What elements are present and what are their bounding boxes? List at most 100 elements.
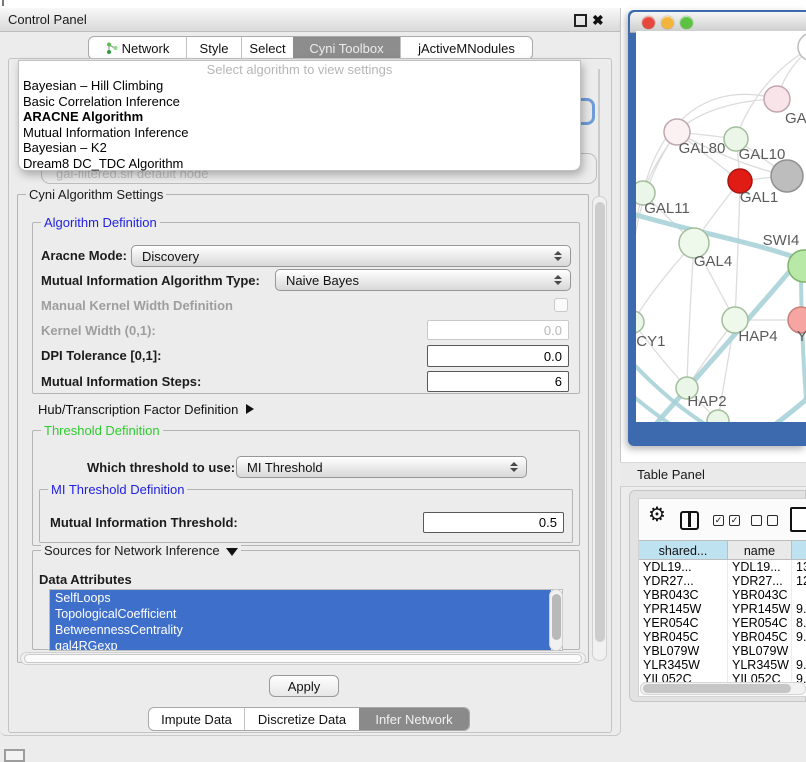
tab-jactivemnodules[interactable]: jActiveMNodules: [400, 37, 532, 59]
tab-cyni-toolbox[interactable]: Cyni Toolbox: [293, 37, 400, 59]
algorithm-definition-title: Algorithm Definition: [41, 215, 160, 230]
minimized-panel-icon[interactable]: [4, 749, 25, 762]
network-edge[interactable]: [677, 99, 777, 132]
checked-checkbox-icon[interactable]: ✓: [713, 515, 724, 526]
collapse-arrow-icon[interactable]: [226, 548, 238, 556]
stepper-arrows-icon: [509, 462, 519, 472]
table-row[interactable]: YDR27...YDR27...12: [639, 574, 806, 588]
network-edge[interactable]: [636, 322, 687, 388]
node-table: shared...nameA YDL19...YDL19...13YDR27..…: [639, 540, 806, 698]
table-cell: YER054C: [639, 616, 728, 630]
apply-button[interactable]: Apply: [269, 675, 339, 697]
network-node-gcy1[interactable]: [636, 311, 644, 333]
column-header-shared-[interactable]: shared...: [639, 540, 728, 560]
dpi-tolerance-field[interactable]: 0.0: [427, 345, 569, 367]
tab-label: jActiveMNodules: [418, 41, 515, 56]
minimize-button[interactable]: [661, 16, 674, 29]
network-node-gal[interactable]: [764, 86, 790, 112]
tab-discretize-data[interactable]: Discretize Data: [244, 708, 359, 730]
tab-label: Select: [249, 41, 285, 56]
algorithm-item-bayesian-k2[interactable]: Bayesian – K2: [19, 140, 580, 156]
settings-vscrollbar[interactable]: [592, 196, 607, 661]
close-button[interactable]: [642, 16, 655, 29]
table-cell: [792, 644, 806, 658]
column-header-name[interactable]: name: [728, 540, 792, 560]
split-columns-icon[interactable]: [680, 511, 699, 530]
table-cell: 13: [792, 560, 806, 574]
tab-select[interactable]: Select: [241, 37, 293, 59]
data-attribute-gal4rgexp[interactable]: gal4RGexp: [50, 638, 551, 651]
node-label-hap4: HAP4: [738, 328, 777, 345]
algorithm-item-bayesian-hill-climbing[interactable]: Bayesian – Hill Climbing: [19, 78, 580, 94]
network-canvas[interactable]: GALGAL80GAL10GAL1GAL11GAL4SWI4GCY1HAP4YH…: [636, 31, 806, 422]
table-cell: YBR045C: [639, 630, 728, 644]
node-label-swi4: SWI4: [763, 232, 800, 249]
table-row[interactable]: YBR045CYBR045C9.: [639, 630, 806, 644]
table-row[interactable]: YDL19...YDL19...13: [639, 560, 806, 574]
document-icon[interactable]: [790, 507, 806, 532]
attributes-scrollbar[interactable]: [549, 589, 563, 651]
kernel-width-field[interactable]: 0.0: [427, 320, 569, 340]
table-row[interactable]: YPR145WYPR145W9.: [639, 602, 806, 616]
dpi-tolerance-label: DPI Tolerance [0,1]:: [41, 348, 161, 363]
expand-arrow-icon[interactable]: [246, 404, 254, 414]
table-panel-title: Table Panel: [637, 463, 705, 487]
algorithm-item-aracne-algorithm[interactable]: ARACNE Algorithm: [19, 109, 580, 125]
mi-threshold-field[interactable]: 0.5: [423, 512, 564, 533]
algorithm-item-dream8-dc-tdc-algorithm[interactable]: Dream8 DC_TDC Algorithm: [19, 156, 580, 172]
checked-checkbox-icon[interactable]: ✓: [729, 515, 740, 526]
data-attribute-betweennesscentrality[interactable]: BetweennessCentrality: [50, 622, 551, 638]
settings-hscrollbar[interactable]: [20, 652, 586, 665]
mi-threshold-group: MI Threshold Definition Mutual Informati…: [39, 489, 573, 543]
node-label-gcy1: GCY1: [636, 333, 665, 350]
decorative-tick: [2, 0, 4, 6]
table-panel-body: ⚙ ✓ ✓ shared...nameA YDL19...YDL19...13Y…: [629, 490, 806, 702]
data-attribute-topologicalcoefficient[interactable]: TopologicalCoefficient: [50, 606, 551, 622]
unchecked-checkbox-icon[interactable]: [751, 515, 762, 526]
table-row[interactable]: YBL079WYBL079W: [639, 644, 806, 658]
tab-network[interactable]: Network: [89, 37, 186, 59]
node-label-gal4: GAL4: [694, 253, 732, 270]
control-panel-content: gal-filtered.sif default node Select alg…: [8, 58, 612, 733]
algorithm-item-basic-correlation-inference[interactable]: Basic Correlation Inference: [19, 94, 580, 110]
tab-infer-network[interactable]: Infer Network: [359, 708, 469, 730]
network-node[interactable]: [707, 410, 729, 422]
mi-algorithm-type-value: Naive Bayes: [276, 273, 553, 288]
network-node[interactable]: [771, 160, 803, 192]
table-row[interactable]: YER054CYER054C8.: [639, 616, 806, 630]
hub-transcription-factor-section[interactable]: Hub/Transcription Factor Definition: [38, 402, 254, 417]
node-label-hap2: HAP2: [687, 393, 726, 410]
zoom-button[interactable]: [680, 16, 693, 29]
network-window-titlebar[interactable]: [630, 12, 806, 33]
network-edge-selected[interactable]: [724, 398, 806, 422]
focused-combo-arrow-fragment[interactable]: [581, 98, 595, 125]
settings-group-title: Cyni Algorithm Settings: [26, 187, 166, 202]
column-header-a[interactable]: A: [792, 540, 806, 560]
table-cell: YDR27...: [728, 574, 792, 588]
gear-icon[interactable]: ⚙: [648, 502, 666, 527]
dpi-tolerance-value: 0.0: [544, 349, 562, 364]
table-row[interactable]: YBR043CYBR043C: [639, 588, 806, 602]
stepper-arrows-icon: [553, 251, 563, 261]
table-panel-titlebar: Table Panel: [620, 462, 806, 487]
table-cell: YPR145W: [639, 602, 728, 616]
tab-style[interactable]: Style: [186, 37, 241, 59]
table-cell: 8.: [792, 616, 806, 630]
data-attribute-selfloops[interactable]: SelfLoops: [50, 590, 551, 606]
control-panel-tabs: NetworkStyle Select Cyni Toolbox jActiveMNo…: [88, 36, 533, 60]
algorithm-item-mutual-information-inference[interactable]: Mutual Information Inference: [19, 125, 580, 141]
mi-steps-field[interactable]: 6: [427, 371, 569, 392]
aracne-mode-combo[interactable]: Discovery: [131, 245, 571, 267]
which-threshold-combo[interactable]: MI Threshold: [236, 456, 527, 478]
manual-kernel-width-checkbox[interactable]: [554, 298, 568, 312]
unchecked-checkbox-icon[interactable]: [767, 515, 778, 526]
table-cell: YPR145W: [728, 602, 792, 616]
table-hscrollbar[interactable]: [640, 682, 806, 695]
tab-impute-data[interactable]: Impute Data: [149, 708, 244, 730]
table-row[interactable]: YLR345WYLR345W9.: [639, 658, 806, 672]
float-window-icon[interactable]: [574, 14, 587, 27]
network-node[interactable]: [798, 33, 806, 61]
mi-algorithm-type-combo[interactable]: Naive Bayes: [275, 269, 571, 291]
aracne-mode-label: Aracne Mode:: [41, 248, 127, 263]
close-icon[interactable]: ✖: [592, 10, 604, 30]
